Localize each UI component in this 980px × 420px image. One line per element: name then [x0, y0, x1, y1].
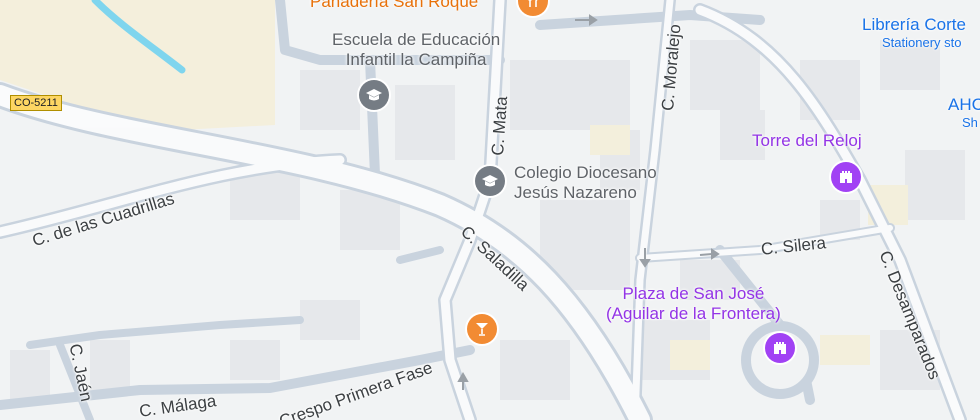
torre-pin[interactable] [831, 162, 861, 192]
colegio-line1: Colegio Diocesano [514, 163, 657, 182]
poi-label-plaza[interactable]: Plaza de San José (Aguilar de la Fronter… [606, 284, 781, 323]
knife-fork-icon [527, 0, 538, 7]
poi-label-libreria[interactable]: Librería Corte [862, 15, 966, 35]
poi-label-colegio[interactable]: Colegio Diocesano Jesús Nazareno [514, 163, 657, 202]
castle-icon [774, 342, 786, 354]
colegio-pin[interactable] [475, 166, 505, 196]
road-shield: CO-5211 [10, 95, 62, 111]
escuela-pin[interactable] [359, 80, 389, 110]
castle-icon [840, 171, 852, 183]
escuela-line2: Infantil la Campiña [345, 49, 487, 69]
colegio-line2: Jesús Nazareno [514, 182, 637, 202]
plaza-line2: (Aguilar de la Frontera) [606, 303, 781, 323]
plaza-line1: Plaza de San José [622, 284, 765, 303]
bar-pin[interactable] [467, 314, 497, 344]
street-label-mata: C. Mata [488, 95, 512, 157]
cocktail-icon [476, 323, 488, 336]
plaza-pin[interactable] [765, 333, 795, 363]
poi-sublabel-libreria: Stationery sto [882, 35, 962, 50]
poi-label-ahc[interactable]: AHC [948, 95, 980, 115]
poi-label-panaderia[interactable]: Panadería San Roque [310, 0, 478, 12]
graduation-cap-icon [366, 89, 382, 101]
poi-sublabel-ahc: Sh [962, 115, 978, 130]
graduation-cap-icon [482, 175, 498, 187]
poi-label-escuela[interactable]: Escuela de Educación Infantil la Campiña [332, 30, 500, 69]
escuela-line1: Escuela de Educación [332, 30, 501, 49]
poi-label-torre[interactable]: Torre del Reloj [752, 131, 862, 151]
map-canvas[interactable]: CO-5211 C. de las Cuadrillas C. Mata C. … [0, 0, 980, 420]
